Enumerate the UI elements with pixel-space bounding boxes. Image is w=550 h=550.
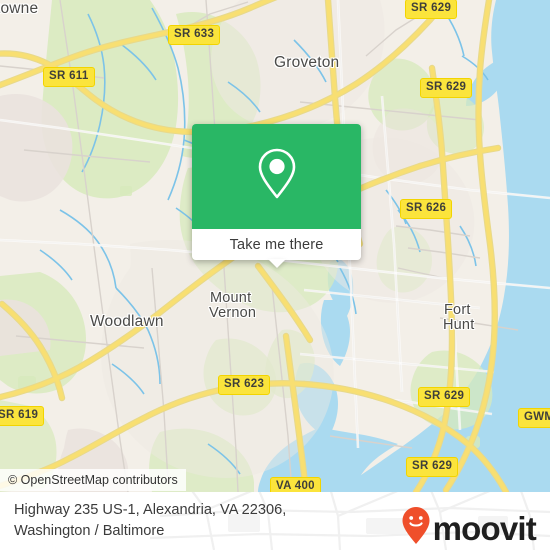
- road-shield-sr629-ne: SR 629: [420, 78, 473, 98]
- footer-bar: Highway 235 US-1, Alexandria, VA 22306, …: [0, 492, 550, 550]
- popup-header: [192, 124, 361, 229]
- take-me-there-button[interactable]: Take me there: [230, 237, 324, 253]
- popup-pointer-tail: [267, 259, 286, 268]
- footer-address: Highway 235 US-1, Alexandria, VA 22306, …: [14, 500, 364, 542]
- road-shield-gwmp: GWMP: [518, 408, 550, 428]
- moovit-pin-smile-icon: [401, 506, 431, 550]
- footer-address-line1: Highway 235 US-1, Alexandria, VA 22306,: [14, 502, 287, 518]
- location-pin-icon: [255, 146, 299, 207]
- road-shield-sr626: SR 626: [400, 199, 453, 219]
- moovit-wordmark: moovit: [432, 510, 537, 547]
- road-shield-sr629-s: SR 629: [406, 457, 459, 477]
- map-canvas[interactable]: stowne Groveton Woodlawn Mount Vernon Fo…: [0, 0, 550, 492]
- road-shield-sr633: SR 633: [168, 25, 221, 45]
- footer-address-line2: Washington / Baltimore: [14, 523, 165, 539]
- popup-action-row[interactable]: Take me there: [192, 229, 361, 268]
- road-shield-sr629-n: SR 629: [405, 0, 458, 19]
- road-shield-sr629-e: SR 629: [418, 387, 471, 407]
- map-popup-card[interactable]: Take me there: [192, 124, 361, 268]
- road-shield-sr623: SR 623: [218, 375, 271, 395]
- map-attribution[interactable]: © OpenStreetMap contributors: [0, 469, 186, 491]
- road-shield-va400: VA 400: [270, 477, 321, 492]
- road-shield-sr619: SR 619: [0, 406, 45, 426]
- moovit-logo[interactable]: moovit: [401, 506, 537, 550]
- map-screenshot: stowne Groveton Woodlawn Mount Vernon Fo…: [0, 0, 550, 550]
- road-shield-sr611: SR 611: [43, 67, 95, 87]
